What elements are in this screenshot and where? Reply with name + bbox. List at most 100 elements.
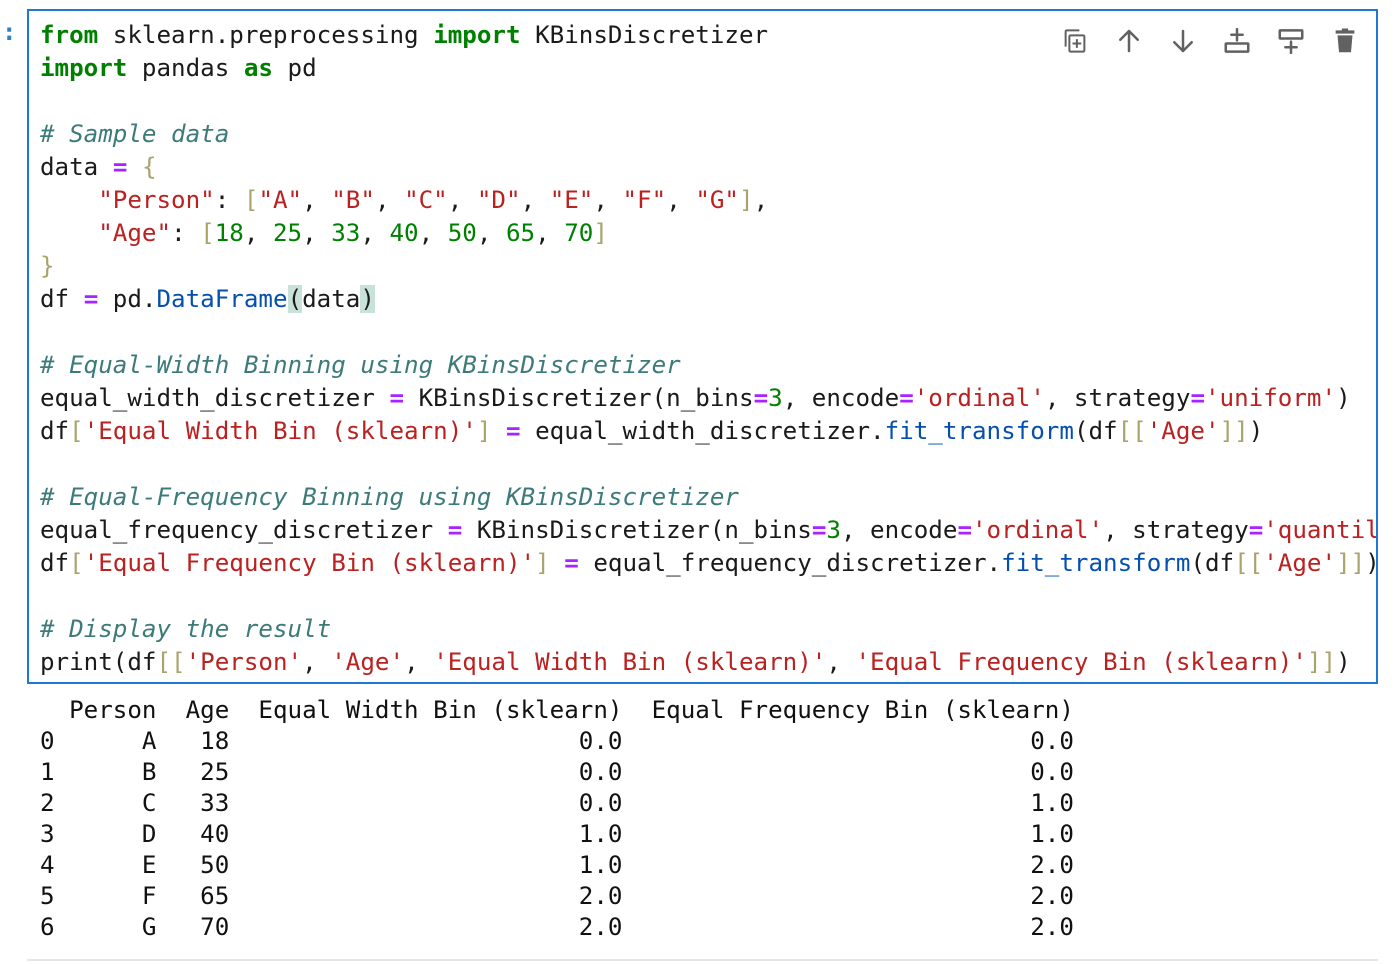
code-token: , encode bbox=[782, 384, 900, 412]
code-token: , bbox=[753, 186, 769, 214]
output-equal-frequency-cell: 2.0 bbox=[622, 913, 1074, 941]
output-equal-frequency-cell: 2.0 bbox=[622, 851, 1074, 879]
output-equal-frequency-cell: 0.0 bbox=[622, 727, 1074, 755]
code-token: = bbox=[506, 417, 521, 445]
output-person-cell: D bbox=[69, 820, 157, 848]
code-token: = bbox=[1190, 384, 1205, 412]
output-equal-frequency-cell: 1.0 bbox=[622, 820, 1074, 848]
output-equal-frequency-cell: 2.0 bbox=[622, 882, 1074, 910]
code-line: "Age": [18, 25, 33, 40, 50, 65, 70] bbox=[40, 217, 1376, 250]
code-token: = bbox=[564, 549, 579, 577]
code-token: df bbox=[40, 549, 70, 577]
code-line: data = { bbox=[40, 151, 1376, 184]
code-token: 40 bbox=[389, 219, 419, 247]
code-token: pd. bbox=[98, 285, 157, 313]
move-cell-down-button[interactable] bbox=[1165, 23, 1200, 58]
code-token: "D" bbox=[476, 186, 521, 214]
code-token: [[ bbox=[156, 648, 186, 676]
code-token: as bbox=[243, 54, 273, 82]
code-token: , strategy bbox=[1044, 384, 1191, 412]
code-token: , bbox=[520, 186, 550, 214]
code-token: [[ bbox=[1234, 549, 1264, 577]
code-token: 'Equal Frequency Bin (sklearn)' bbox=[855, 648, 1307, 676]
output-index-cell: 0 bbox=[40, 727, 70, 755]
output-row: 2 C 33 0.0 1.0 bbox=[40, 788, 1074, 819]
code-line: # Equal-Width Binning using KBinsDiscret… bbox=[40, 349, 1376, 382]
code-token: "F" bbox=[622, 186, 667, 214]
code-token: 18 bbox=[214, 219, 244, 247]
code-token: = bbox=[112, 153, 128, 181]
code-token: # Equal-Width Binning using KBinsDiscret… bbox=[40, 351, 681, 379]
code-token: data bbox=[40, 153, 113, 181]
output-index-header bbox=[40, 696, 69, 724]
cell-output: Person Age Equal Width Bin (sklearn) Equ… bbox=[40, 695, 1074, 943]
code-token: , bbox=[593, 186, 623, 214]
code-line: } bbox=[40, 250, 1376, 283]
code-token: = bbox=[1248, 516, 1264, 544]
code-token: "G" bbox=[695, 186, 739, 214]
code-token: ) bbox=[1248, 417, 1264, 445]
code-token: ]] bbox=[1306, 648, 1337, 676]
output-equal-width-cell: 2.0 bbox=[229, 882, 623, 910]
code-token: } bbox=[40, 252, 55, 280]
insert-cell-below-icon bbox=[1278, 28, 1303, 54]
output-person-cell: C bbox=[69, 789, 157, 817]
duplicate-cell-button[interactable] bbox=[1057, 23, 1092, 58]
insert-cell-above-button[interactable] bbox=[1219, 23, 1254, 58]
code-token: equal_frequency_discretizer. bbox=[578, 549, 1002, 577]
output-row: 6 G 70 2.0 2.0 bbox=[40, 912, 1074, 943]
insert-cell-below-button[interactable] bbox=[1273, 23, 1308, 58]
output-index-cell: 5 bbox=[40, 882, 70, 910]
code-token: KBinsDiscretizer bbox=[520, 21, 769, 49]
output-age-cell: 50 bbox=[156, 851, 230, 879]
code-token: "C" bbox=[404, 186, 448, 214]
code-token: , bbox=[302, 186, 332, 214]
code-token: (df bbox=[1190, 549, 1235, 577]
code-token: , bbox=[374, 186, 405, 214]
move-cell-up-button[interactable] bbox=[1111, 23, 1146, 58]
code-token: 'Age' bbox=[1146, 417, 1220, 445]
code-token: from bbox=[40, 21, 99, 49]
code-token: ]] bbox=[1336, 549, 1366, 577]
insert-cell-above-icon bbox=[1224, 27, 1249, 53]
code-token: equal_width_discretizer. bbox=[520, 417, 885, 445]
output-row: 1 B 25 0.0 0.0 bbox=[40, 757, 1074, 788]
code-cell-editor[interactable]: from sklearn.preprocessing import KBinsD… bbox=[27, 9, 1378, 684]
code-token: pandas bbox=[127, 54, 244, 82]
output-column-header: Age bbox=[156, 696, 230, 724]
code-token: [ bbox=[243, 186, 259, 214]
code-token: { bbox=[141, 153, 157, 181]
code-token: , bbox=[666, 186, 696, 214]
output-row: 3 D 40 1.0 1.0 bbox=[40, 819, 1074, 850]
code-token: : bbox=[214, 186, 244, 214]
output-age-cell: 33 bbox=[156, 789, 230, 817]
code-token: print(df bbox=[40, 648, 157, 676]
code-token: 'ordinal' bbox=[913, 384, 1045, 412]
code-token: 'Equal Frequency Bin (sklearn)' bbox=[83, 549, 536, 577]
delete-cell-button[interactable] bbox=[1327, 23, 1362, 58]
code-token: KBinsDiscretizer(n_bins bbox=[404, 384, 754, 412]
code-editor[interactable]: from sklearn.preprocessing import KBinsD… bbox=[40, 19, 1376, 679]
code-token: equal_width_discretizer bbox=[40, 384, 390, 412]
output-person-cell: B bbox=[69, 758, 157, 786]
output-row: 5 F 65 2.0 2.0 bbox=[40, 881, 1074, 912]
output-person-cell: G bbox=[69, 913, 157, 941]
code-token: 'Person' bbox=[185, 648, 303, 676]
code-token: = bbox=[811, 516, 827, 544]
output-equal-width-cell: 1.0 bbox=[229, 851, 623, 879]
code-token: 33 bbox=[331, 219, 361, 247]
output-equal-width-cell: 1.0 bbox=[229, 820, 623, 848]
code-token: 'uniform' bbox=[1205, 384, 1337, 412]
code-token: 'Age' bbox=[331, 648, 405, 676]
code-line: equal_frequency_discretizer = KBinsDiscr… bbox=[40, 514, 1376, 547]
output-age-cell: 18 bbox=[156, 727, 230, 755]
delete-cell-icon bbox=[1335, 28, 1354, 52]
code-token: fit_transform bbox=[1001, 549, 1191, 577]
